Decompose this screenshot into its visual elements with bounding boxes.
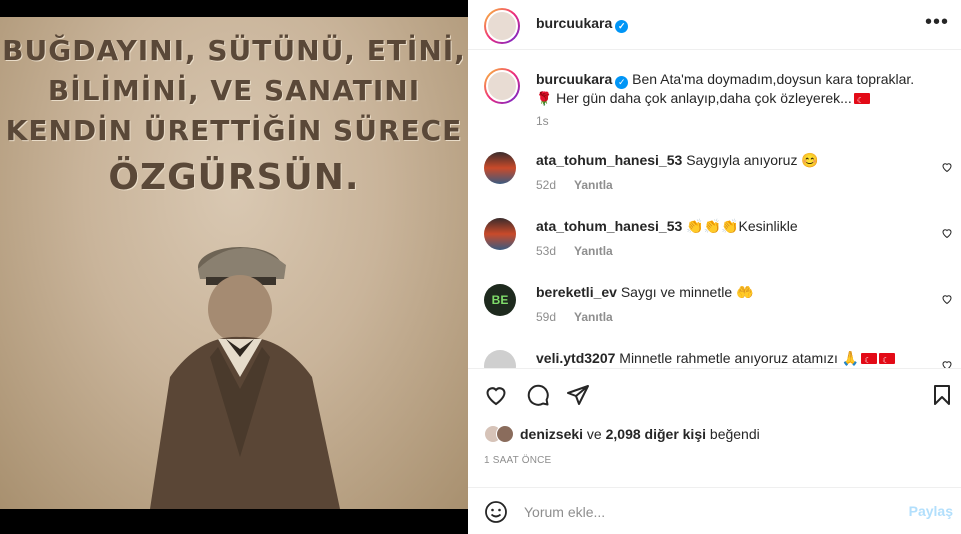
post-actions [468, 368, 961, 420]
caption-author[interactable]: burcuukara [536, 71, 612, 87]
author-avatar[interactable] [484, 8, 520, 44]
comment-age: 59d [536, 310, 557, 324]
comment-text: 👏👏👏Kesinlikle [686, 218, 798, 234]
author-username-row: burcuukara ✓ [536, 15, 629, 33]
comment-text: Minnetle rahmetle anıyoruz atamızı 🙏 [619, 350, 860, 366]
caption-line-1: Ben Ata'ma doymadım,doysun kara toprakla… [632, 71, 915, 87]
comments-list[interactable]: burcuukara ✓ Ben Ata'ma doymadım,doysun k… [468, 51, 961, 368]
comment-row: veli.ytd3207 Minnetle rahmetle anıyoruz … [468, 347, 961, 368]
comment-body: ata_tohum_hanesi_53 Saygıyla anıyoruz 😊 [536, 151, 936, 169]
likes-user[interactable]: denizseki [520, 426, 583, 442]
commenter-avatar[interactable]: BE [484, 284, 516, 316]
comment-icon[interactable] [526, 383, 550, 407]
commenter-username[interactable]: veli.ytd3207 [536, 350, 615, 366]
post-caption: burcuukara ✓ Ben Ata'ma doymadım,doysun k… [468, 51, 961, 141]
caption-author-avatar[interactable] [484, 68, 520, 104]
post-comment-button[interactable]: Paylaş [909, 503, 953, 519]
heart-icon[interactable] [941, 359, 953, 368]
post-sidebar: burcuukara ✓ ••• burcuukara ✓ Ben Ata'ma d… [468, 0, 961, 534]
heart-icon[interactable] [941, 227, 953, 239]
media-bottom-bar [0, 509, 468, 534]
verified-badge-icon: ✓ [615, 20, 629, 33]
author-username[interactable]: burcuukara [536, 15, 612, 31]
turkey-flag-icon [853, 92, 870, 110]
comment-body: veli.ytd3207 Minnetle rahmetle anıyoruz … [536, 349, 936, 368]
likes-connector: ve [583, 426, 606, 442]
emoji-icon[interactable] [484, 500, 508, 524]
post-media: BUĞDAYINI, SÜTÜNÜ, ETİNİ, BİLİMİNİ, VE S… [0, 0, 468, 534]
heart-icon[interactable] [941, 293, 953, 305]
comment-row: ata_tohum_hanesi_53 Saygıyla anıyoruz 😊 … [468, 149, 961, 215]
comment-meta: 53d Yanıtla [536, 244, 613, 258]
instagram-post-view: BUĞDAYINI, SÜTÜNÜ, ETİNİ, BİLİMİNİ, VE S… [0, 0, 961, 534]
comment-text: Saygıyla anıyoruz 😊 [686, 152, 819, 168]
comment-row: ata_tohum_hanesi_53 👏👏👏Kesinlikle 53d Yan… [468, 215, 961, 281]
reply-button[interactable]: Yanıtla [574, 178, 613, 192]
comment-text: Saygı ve minnetle 🤲 [620, 284, 754, 300]
portrait-figure [150, 247, 340, 509]
commenter-avatar[interactable] [484, 152, 516, 184]
caption-line-2: Her gün daha çok anlayıp,daha çok özleye… [556, 90, 852, 106]
share-icon[interactable] [566, 383, 590, 407]
comment-meta: 52d Yanıtla [536, 178, 613, 192]
likes-suffix: beğendi [706, 426, 760, 442]
reply-button[interactable]: Yanıtla [574, 244, 613, 258]
commenter-username[interactable]: bereketli_ev [536, 284, 617, 300]
media-top-bar [0, 0, 468, 17]
post-image[interactable]: BUĞDAYINI, SÜTÜNÜ, ETİNİ, BİLİMİNİ, VE S… [0, 17, 468, 509]
post-time: 1 SAAT ÖNCE [484, 455, 552, 466]
liker-avatar [496, 425, 514, 443]
heart-icon[interactable] [484, 383, 508, 407]
turkey-flag-icon [879, 352, 896, 368]
more-options-icon[interactable]: ••• [925, 12, 949, 32]
comment-age: 52d [536, 178, 557, 192]
caption-timestamp: 1s [536, 114, 549, 128]
commenter-username[interactable]: ata_tohum_hanesi_53 [536, 218, 682, 234]
comment-body: ata_tohum_hanesi_53 👏👏👏Kesinlikle [536, 217, 936, 235]
comment-body: bereketli_ev Saygı ve minnetle 🤲 [536, 283, 936, 301]
commenter-avatar[interactable] [484, 350, 516, 368]
comment-age: 53d [536, 244, 557, 258]
comment-meta: 59d Yanıtla [536, 310, 613, 324]
verified-badge-icon: ✓ [615, 76, 629, 89]
commenter-avatar[interactable] [484, 218, 516, 250]
bookmark-icon[interactable] [930, 383, 954, 407]
add-comment-bar: Paylaş [468, 487, 961, 534]
rose-emoji-icon: 🌹 [536, 92, 553, 107]
likes-summary: denizseki ve 2,098 diğer kişi beğendi [484, 422, 760, 446]
likes-count[interactable]: 2,098 diğer kişi [606, 426, 706, 442]
comment-row: BE bereketli_ev Saygı ve minnetle 🤲 59d Y… [468, 281, 961, 347]
heart-icon[interactable] [941, 161, 953, 173]
caption-text: burcuukara ✓ Ben Ata'ma doymadım,doysun k… [536, 70, 936, 110]
turkey-flag-icon [861, 352, 878, 368]
reply-button[interactable]: Yanıtla [574, 310, 613, 324]
commenter-username[interactable]: ata_tohum_hanesi_53 [536, 152, 682, 168]
comment-input[interactable] [524, 502, 884, 522]
post-header: burcuukara ✓ ••• [468, 0, 961, 50]
bereketli-logo-icon: BE [491, 293, 509, 307]
